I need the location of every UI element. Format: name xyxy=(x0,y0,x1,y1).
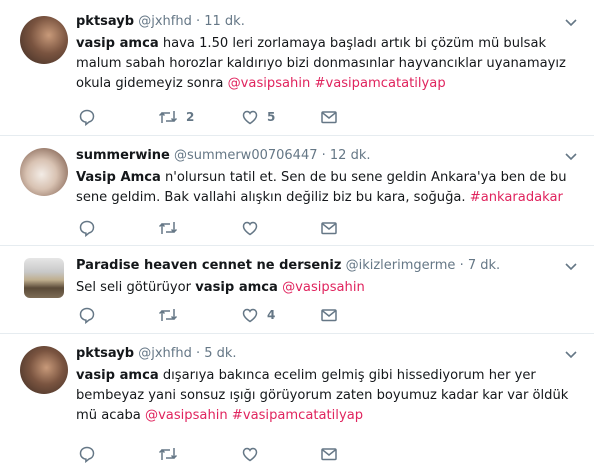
retweet-button[interactable]: 2 xyxy=(158,107,194,127)
chevron-down-icon[interactable] xyxy=(564,152,578,162)
chevron-down-icon[interactable] xyxy=(564,262,578,272)
reply-icon xyxy=(79,109,95,126)
like-button[interactable] xyxy=(241,444,267,464)
like-icon xyxy=(242,447,258,462)
handle[interactable]: @ikizlerimgerme xyxy=(346,258,456,273)
message-icon xyxy=(321,448,337,461)
hashtag-link[interactable]: #ankaradakar xyxy=(470,190,563,205)
retweet-count: 2 xyxy=(186,110,195,124)
handle[interactable]: @jxhfhd xyxy=(138,346,192,361)
handle[interactable]: @jxhfhd xyxy=(138,14,192,29)
message-button[interactable] xyxy=(320,107,338,127)
separator-dot: · xyxy=(195,346,201,361)
timestamp[interactable]: 12 dk. xyxy=(330,148,371,163)
display-name[interactable]: summerwine xyxy=(76,148,170,163)
mention-link[interactable]: @vasipsahin xyxy=(282,280,365,295)
tweet-4[interactable]: pktsayb @jxhfhd · 5 dk. vasip amca dışar… xyxy=(0,334,594,472)
tweet-content: Paradise heaven cennet ne derseniz @ikiz… xyxy=(76,258,576,298)
handle[interactable]: @summerw00706447 xyxy=(174,148,317,163)
separator-dot: · xyxy=(321,148,326,163)
message-button[interactable] xyxy=(320,218,338,238)
tweet-text: vasip amca hava 1.50 leri zorlamaya başl… xyxy=(76,34,576,94)
chevron-down-icon[interactable] xyxy=(564,350,578,360)
retweet-icon xyxy=(158,309,178,321)
retweet-icon xyxy=(158,111,178,123)
tweet-header: Paradise heaven cennet ne derseniz @ikiz… xyxy=(76,258,576,274)
tweet-text-part: Sel seli götürüyor xyxy=(76,280,196,295)
reply-icon xyxy=(79,446,95,463)
tweet-text: vasip amca dışarıya bakınca ecelim gelmi… xyxy=(76,366,576,426)
tweet-text-part: vasip amca xyxy=(195,280,278,295)
reply-button[interactable] xyxy=(78,107,96,127)
message-icon xyxy=(321,111,337,124)
tweet-text: Sel seli götürüyor vasip amca @vasipsahi… xyxy=(76,278,576,298)
like-icon xyxy=(242,221,258,236)
reply-icon xyxy=(79,307,95,324)
tweet-text-part: Vasip Amca xyxy=(76,170,161,185)
reply-button[interactable] xyxy=(78,218,96,238)
timestamp[interactable]: 5 dk. xyxy=(204,346,236,361)
tweet-header: summerwine @summerw00706447 · 12 dk. xyxy=(76,148,576,164)
mention-link[interactable]: @vasipsahin xyxy=(228,76,311,91)
message-button[interactable] xyxy=(320,444,338,464)
tweet-3[interactable]: Paradise heaven cennet ne derseniz @ikiz… xyxy=(0,246,594,334)
tweet-text: Vasip Amca n'olursun tatil et. Sen de bu… xyxy=(76,168,576,208)
tweet-content: summerwine @summerw00706447 · 12 dk. Vas… xyxy=(76,148,576,208)
like-icon xyxy=(242,308,258,323)
tweet-text-part: vasip amca xyxy=(76,368,159,383)
tweet-1[interactable]: pktsayb @jxhfhd · 11 dk. vasip amca hava… xyxy=(0,0,594,136)
timestamp[interactable]: 7 dk. xyxy=(468,258,500,273)
avatar[interactable] xyxy=(20,148,68,196)
like-count: 4 xyxy=(267,308,276,322)
separator-dot: · xyxy=(195,14,201,29)
separator-dot: · xyxy=(459,258,464,273)
timestamp[interactable]: 11 dk. xyxy=(204,14,245,29)
mention-link[interactable]: @vasipsahin xyxy=(145,408,228,423)
avatar[interactable] xyxy=(20,346,68,394)
tweet-text-part: vasip amca xyxy=(76,36,159,51)
retweet-icon xyxy=(158,448,178,460)
display-name[interactable]: pktsayb xyxy=(76,14,134,29)
retweet-button[interactable] xyxy=(158,218,186,238)
tweet-content: pktsayb @jxhfhd · 11 dk. vasip amca hava… xyxy=(76,14,576,94)
like-button[interactable]: 4 xyxy=(241,305,275,325)
retweet-icon xyxy=(158,222,178,234)
message-icon xyxy=(321,222,337,235)
tweet-header: pktsayb @jxhfhd · 5 dk. xyxy=(76,346,576,362)
like-button[interactable]: 5 xyxy=(241,107,275,127)
tweet-header: pktsayb @jxhfhd · 11 dk. xyxy=(76,14,576,30)
tweet-2[interactable]: summerwine @summerw00706447 · 12 dk. Vas… xyxy=(0,136,594,246)
tweet-content: pktsayb @jxhfhd · 5 dk. vasip amca dışar… xyxy=(76,346,576,426)
like-button[interactable] xyxy=(241,218,267,238)
display-name[interactable]: Paradise heaven cennet ne derseniz xyxy=(76,258,341,273)
avatar[interactable] xyxy=(20,16,68,64)
reply-button[interactable] xyxy=(78,444,96,464)
message-icon xyxy=(321,309,337,322)
hashtag-link[interactable]: #vasipamcatatilyap xyxy=(314,76,445,91)
message-button[interactable] xyxy=(320,305,338,325)
retweet-button[interactable] xyxy=(158,444,186,464)
reply-button[interactable] xyxy=(78,305,96,325)
hashtag-link[interactable]: #vasipamcatatilyap xyxy=(232,408,363,423)
display-name[interactable]: pktsayb xyxy=(76,346,134,361)
retweet-button[interactable] xyxy=(158,305,186,325)
chevron-down-icon[interactable] xyxy=(564,18,578,28)
avatar[interactable] xyxy=(24,258,64,298)
reply-icon xyxy=(79,220,95,237)
like-icon xyxy=(242,110,258,125)
like-count: 5 xyxy=(267,110,276,124)
